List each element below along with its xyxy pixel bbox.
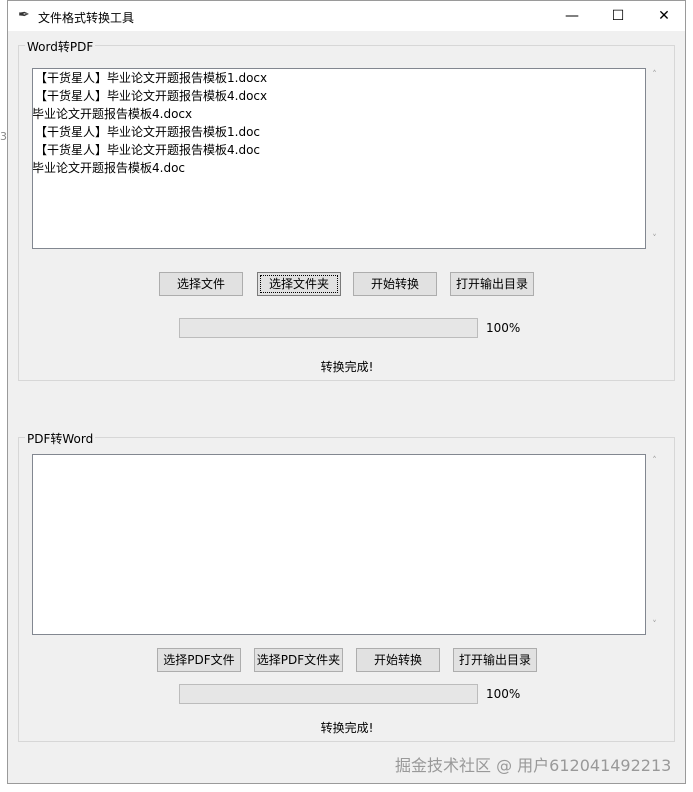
word-progress-bar <box>179 318 478 338</box>
word-status-text: 转换完成! <box>320 360 374 374</box>
open-output-folder-button[interactable]: 打开输出目录 <box>450 272 534 296</box>
select-file-button[interactable]: 选择文件 <box>159 272 243 296</box>
open-output-folder-button[interactable]: 打开输出目录 <box>453 648 537 672</box>
pdf-status-text: 转换完成! <box>320 721 374 735</box>
pdf-to-word-frame: PDF转Word ˄ ˅ 选择PDF文件 选择PDF文件夹 开始转换 打开输出目… <box>18 430 675 742</box>
select-pdf-file-button[interactable]: 选择PDF文件 <box>157 648 241 672</box>
feather-icon: ✒ <box>18 7 30 23</box>
pdf-progress-bar <box>179 684 478 704</box>
watermark: 掘金技术社区 @ 用户612041492213 <box>395 756 672 775</box>
minimize-button[interactable]: — <box>549 1 595 31</box>
app-window: ✒ 文件格式转换工具 — ☐ ✕ Word转PDF 【干货星人】毕业论文开题报告… <box>7 0 686 784</box>
list-item[interactable]: 【干货星人】毕业论文开题报告模板1.doc <box>33 123 645 141</box>
start-convert-button[interactable]: 开始转换 <box>353 272 437 296</box>
maximize-button[interactable]: ☐ <box>595 1 641 31</box>
scroll-down-arrow-icon[interactable]: ˅ <box>646 234 663 244</box>
list-item[interactable]: 【干货星人】毕业论文开题报告模板4.doc <box>33 141 645 159</box>
word-to-pdf-frame: Word转PDF 【干货星人】毕业论文开题报告模板1.docx 【干货星人】毕业论… <box>18 38 675 381</box>
close-button[interactable]: ✕ <box>641 1 685 31</box>
word-to-pdf-label: Word转PDF <box>25 38 96 55</box>
list-item[interactable]: 毕业论文开题报告模板4.doc <box>33 159 645 177</box>
pdf-progress-fill <box>180 685 477 703</box>
pdf-progress-percent: 100% <box>486 687 521 701</box>
select-folder-button[interactable]: 选择文件夹 <box>257 272 341 296</box>
word-file-listbox[interactable]: 【干货星人】毕业论文开题报告模板1.docx 【干货星人】毕业论文开题报告模板4.… <box>32 68 646 249</box>
scroll-up-arrow-icon[interactable]: ˄ <box>646 456 663 466</box>
list-item[interactable]: 【干货星人】毕业论文开题报告模板1.docx <box>33 69 645 87</box>
pdf-file-listbox[interactable] <box>32 454 646 635</box>
background-text: 3 <box>0 130 7 143</box>
start-convert-button[interactable]: 开始转换 <box>356 648 440 672</box>
word-progress-fill <box>180 319 477 337</box>
window-title: 文件格式转换工具 <box>38 11 135 25</box>
pdf-to-word-label: PDF转Word <box>25 430 96 447</box>
scroll-up-arrow-icon[interactable]: ˄ <box>646 70 663 80</box>
list-item[interactable]: 毕业论文开题报告模板4.docx <box>33 105 645 123</box>
title-bar[interactable]: ✒ 文件格式转换工具 — ☐ ✕ <box>8 1 685 31</box>
word-progress-percent: 100% <box>486 321 521 335</box>
pdf-list-scrollbar[interactable]: ˄ ˅ <box>646 454 663 635</box>
scroll-down-arrow-icon[interactable]: ˅ <box>646 620 663 630</box>
select-pdf-folder-button[interactable]: 选择PDF文件夹 <box>254 648 343 672</box>
list-item[interactable]: 【干货星人】毕业论文开题报告模板4.docx <box>33 87 645 105</box>
word-list-scrollbar[interactable]: ˄ ˅ <box>646 68 663 249</box>
